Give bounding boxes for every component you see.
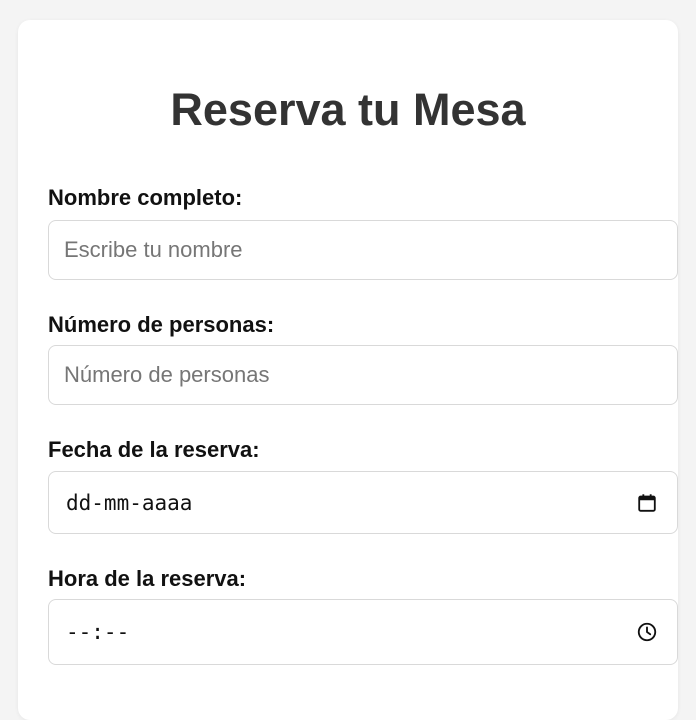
name-input[interactable] [49, 221, 677, 279]
calendar-icon[interactable] [635, 491, 659, 515]
people-label: Número de personas: [48, 312, 275, 337]
people-input[interactable] [49, 346, 677, 404]
time-input[interactable]: --:-- [48, 599, 678, 665]
name-field-wrapper [48, 220, 678, 280]
date-input-text: dd-mm-aaaa [66, 490, 193, 515]
time-label: Hora de la reserva: [48, 566, 247, 591]
people-field-wrapper [48, 345, 678, 405]
name-label: Nombre completo: [48, 185, 243, 210]
time-input-text: --:-- [66, 620, 130, 644]
page-title: Reserva tu Mesa [170, 84, 526, 135]
clock-icon[interactable] [635, 620, 659, 644]
date-input[interactable]: dd-mm-aaaa [48, 471, 678, 534]
date-label: Fecha de la reserva: [48, 437, 260, 462]
